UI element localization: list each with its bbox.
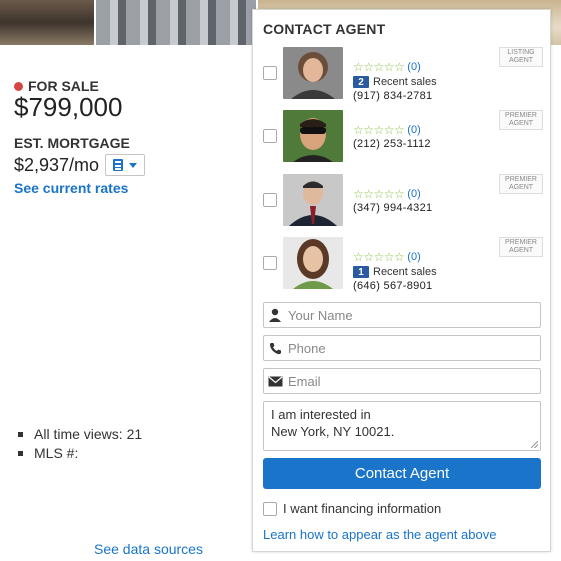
mortgage-label: EST. MORTGAGE <box>14 135 130 151</box>
rating-stars-icon: ☆☆☆☆☆ <box>353 187 405 201</box>
rating-count[interactable]: (0) <box>407 251 420 263</box>
listing-facts: All time views: 21 MLS #: <box>18 425 142 463</box>
email-field[interactable] <box>263 368 541 394</box>
agent-phone: (212) 253-1112 <box>353 138 431 150</box>
agent-type-tag: PREMIER AGENT <box>499 237 543 257</box>
agent-phone: (646) 567-8901 <box>353 280 433 292</box>
financing-checkbox[interactable] <box>263 501 277 516</box>
calculator-icon <box>113 159 124 171</box>
learn-appear-as-agent-link[interactable]: Learn how to appear as the agent above <box>263 527 496 542</box>
rating-count[interactable]: (0) <box>407 188 420 200</box>
rating-stars-icon: ☆☆☆☆☆ <box>353 60 405 74</box>
rating-stars-icon: ☆☆☆☆☆ <box>353 250 405 264</box>
agent-card: ☆☆☆☆☆ (0) 1 Recent sales (646) 567-8901 … <box>263 237 543 297</box>
recent-sales-badge: 1 <box>353 266 369 278</box>
agent-type-tag: LISTING AGENT <box>499 47 543 67</box>
mortgage-calculator-button[interactable] <box>105 154 146 176</box>
name-field[interactable] <box>263 302 541 328</box>
phone-icon <box>264 342 286 355</box>
person-icon <box>264 308 286 322</box>
rating-count[interactable]: (0) <box>407 61 420 73</box>
contact-agent-button[interactable]: Contact Agent <box>263 458 541 489</box>
rating-count[interactable]: (0) <box>407 124 420 136</box>
fact-views: All time views: 21 <box>18 425 142 444</box>
email-input[interactable] <box>286 370 540 392</box>
recent-sales-badge: 2 <box>353 76 369 88</box>
agent-photo[interactable] <box>283 110 343 162</box>
mortgage-value: $2,937/mo <box>14 154 100 175</box>
agent-phone: (347) 994-4321 <box>353 202 433 214</box>
contact-agent-panel: CONTACT AGENT ☆☆☆☆☆ (0) 2 Recent sales (… <box>252 9 551 552</box>
agent-photo[interactable] <box>283 237 343 289</box>
envelope-icon <box>264 376 286 387</box>
status-dot-icon <box>14 81 23 91</box>
agent-checkbox[interactable] <box>263 256 277 270</box>
message-line-1: I am interested in <box>271 407 371 422</box>
agent-photo[interactable] <box>283 174 343 226</box>
financing-label: I want financing information <box>283 501 442 516</box>
chevron-down-icon <box>129 162 138 168</box>
panel-title: CONTACT AGENT <box>263 21 386 37</box>
see-current-rates-link[interactable]: See current rates <box>14 180 128 196</box>
agent-type-tag: PREMIER AGENT <box>499 174 543 194</box>
recent-sales-label: Recent sales <box>373 266 437 278</box>
recent-sales-label: Recent sales <box>373 76 437 88</box>
phone-input[interactable] <box>286 337 540 359</box>
agent-card: ☆☆☆☆☆ (0) (347) 994-4321 PREMIER AGENT <box>263 174 543 234</box>
message-line-2: New York, NY 10021. <box>271 424 395 439</box>
agent-card: ☆☆☆☆☆ (0) 2 Recent sales (917) 834-2781 … <box>263 47 543 107</box>
resize-grip-icon[interactable] <box>531 441 538 448</box>
agent-checkbox[interactable] <box>263 66 277 80</box>
name-input[interactable] <box>286 304 540 326</box>
agent-photo[interactable] <box>283 47 343 99</box>
phone-field[interactable] <box>263 335 541 361</box>
listing-photo-2[interactable] <box>96 0 256 45</box>
listing-price: $799,000 <box>14 92 123 122</box>
agent-type-tag: PREMIER AGENT <box>499 110 543 130</box>
mortgage-row: $2,937/mo <box>14 154 146 176</box>
agent-checkbox[interactable] <box>263 193 277 207</box>
agent-phone: (917) 834-2781 <box>353 90 433 102</box>
rating-stars-icon: ☆☆☆☆☆ <box>353 123 405 137</box>
listing-photo-1[interactable] <box>0 0 94 45</box>
agent-checkbox[interactable] <box>263 129 277 143</box>
agent-card: ☆☆☆☆☆ (0) (212) 253-1112 PREMIER AGENT <box>263 110 543 170</box>
fact-mls: MLS #: <box>18 444 142 463</box>
financing-option[interactable]: I want financing information <box>263 501 441 516</box>
message-textarea[interactable]: I am interested in New York, NY 10021. <box>263 401 541 451</box>
see-data-sources-link[interactable]: See data sources <box>94 541 203 557</box>
